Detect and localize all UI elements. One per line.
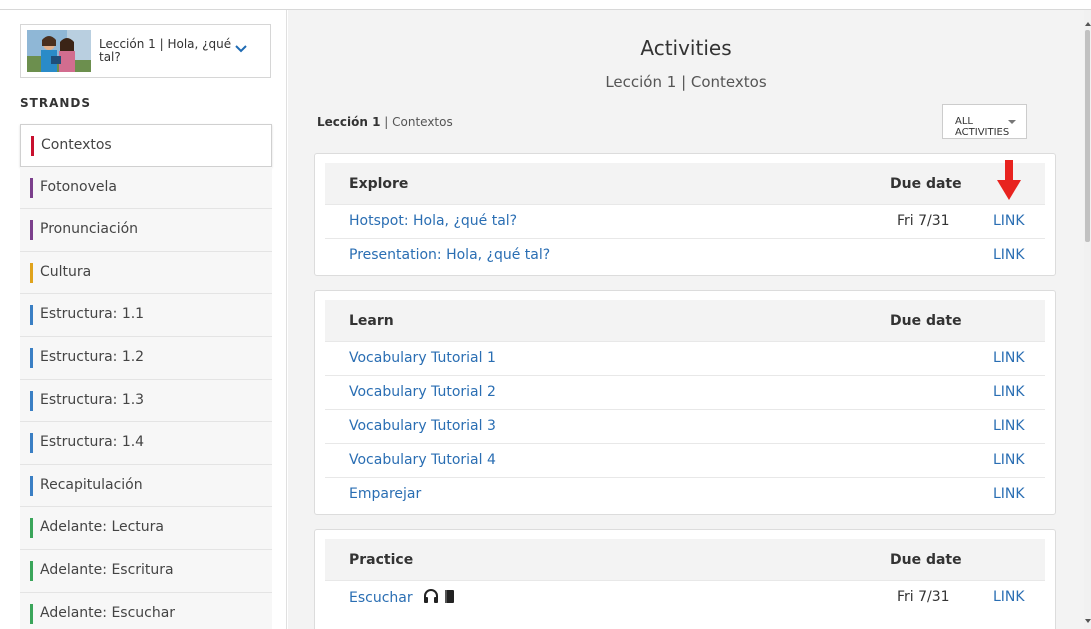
activity-row: Presentation: Hola, ¿qué tal? LINK [325,238,1045,272]
activity-due-date: Fri 7/31 [897,589,950,605]
activity-link[interactable]: LINK [993,350,1025,366]
lesson-selector-label: Lección 1 | Hola, ¿qué tal? [99,37,232,64]
strand-item-contextos[interactable]: Contextos [20,124,272,167]
activity-title-link[interactable]: Vocabulary Tutorial 1 [349,350,496,366]
due-date-header: Due date [890,176,962,192]
activity-icons [423,589,457,607]
strand-color-bar [30,305,33,326]
strand-label: Contextos [41,137,112,153]
breadcrumb: Lección 1 | Contextos [317,115,453,129]
strand-color-bar [30,433,33,454]
activity-link[interactable]: LINK [993,384,1025,400]
strand-item-cultura[interactable]: Cultura [20,251,272,295]
due-date-header: Due date [890,552,962,568]
strand-item-estructura-1-3[interactable]: Estructura: 1.3 [20,379,272,423]
strand-color-bar [30,347,33,368]
activity-filter-dropdown[interactable]: ALL ACTIVITIES [942,104,1027,139]
strand-label: Adelante: Lectura [40,519,165,536]
activity-row: Vocabulary Tutorial 2 LINK [325,375,1045,409]
activity-row: Emparejar LINK [325,477,1045,511]
activity-link[interactable]: LINK [993,213,1025,229]
sidebar: Lección 1 | Hola, ¿qué tal? STRANDS Cont… [0,10,287,629]
strand-item-adelante-lectura[interactable]: Adelante: Lectura [20,507,272,550]
strand-label: Estructura: 1.1 [40,306,145,323]
strand-label: Adelante: Escuchar [40,604,176,621]
strand-color-bar [30,390,33,411]
page-subtitle: Lección 1 | Contextos [605,73,767,91]
strand-label: Cultura [40,263,92,280]
activity-title-link[interactable]: Vocabulary Tutorial 2 [349,384,496,400]
strand-label: Fotonovela [40,178,117,195]
strands-heading: STRANDS [20,96,92,110]
breadcrumb-strand: | Contextos [380,115,453,129]
activity-row: Escuchar Fri 7/31 LINK [325,580,1045,614]
strand-item-adelante-escritura[interactable]: Adelante: Escritura [20,549,272,593]
strand-item-estructura-1-1[interactable]: Estructura: 1.1 [20,294,272,337]
page-title: Activities [640,36,732,60]
strand-color-bar [30,220,33,241]
scroll-down-icon[interactable] [1085,619,1091,623]
strand-label: Pronunciación [40,221,139,238]
activity-title-link[interactable]: Escuchar [349,589,457,607]
activity-row: Vocabulary Tutorial 1 LINK [325,341,1045,375]
section-card-learn: Learn Due date Vocabulary Tutorial 1 LIN… [314,290,1056,515]
activity-link[interactable]: LINK [993,247,1025,263]
section-header: Practice Due date [325,539,1045,580]
section-card-explore: Explore Due date Hotspot: Hola, ¿qué tal… [314,153,1056,276]
strand-item-adelante-escuchar[interactable]: Adelante: Escuchar [20,592,272,629]
chevron-down-icon[interactable] [234,42,248,56]
due-date-header: Due date [890,313,962,329]
strand-label: Recapitulación [40,476,143,493]
strand-color-bar [30,262,33,283]
strand-color-bar [30,177,33,198]
strand-label: Adelante: Escritura [40,561,174,578]
activity-link[interactable]: LINK [993,486,1025,502]
activity-title-link[interactable]: Emparejar [349,486,421,502]
strand-item-estructura-1-2[interactable]: Estructura: 1.2 [20,336,272,380]
top-rule [0,0,1091,10]
strand-list: Contextos Fotonovela Pronunciación Cultu… [20,124,272,629]
strand-color-bar [30,518,33,539]
section-header: Explore Due date [325,163,1045,204]
breadcrumb-lesson: Lección 1 [317,115,381,129]
lesson-selector[interactable]: Lección 1 | Hola, ¿qué tal? [20,24,271,78]
activity-link[interactable]: LINK [993,452,1025,468]
strand-item-estructura-1-4[interactable]: Estructura: 1.4 [20,422,272,465]
section-heading: Practice [349,552,414,568]
section-card-practice: Practice Due date Escuchar Fri 7/31 LINK [314,529,1056,629]
scrollbar-thumb[interactable] [1085,30,1090,242]
scroll-up-icon[interactable] [1085,22,1091,26]
strand-item-pronunciacion[interactable]: Pronunciación [20,209,272,252]
strand-color-bar [30,603,33,624]
activity-row: Vocabulary Tutorial 3 LINK [325,409,1045,443]
section-heading: Learn [349,313,394,329]
activity-title-link[interactable]: Hotspot: Hola, ¿qué tal? [349,213,517,229]
activity-title-link[interactable]: Presentation: Hola, ¿qué tal? [349,247,550,263]
lesson-thumbnail [27,30,91,72]
strand-label: Estructura: 1.4 [40,434,145,451]
strand-color-bar [31,136,34,156]
activity-row: Hotspot: Hola, ¿qué tal? Fri 7/31 LINK [325,204,1045,238]
activity-row: Vocabulary Tutorial 4 LINK [325,443,1045,477]
activity-title-link[interactable]: Vocabulary Tutorial 3 [349,418,496,434]
activity-title-text: Escuchar [349,590,413,606]
strand-label: Estructura: 1.3 [40,391,145,408]
red-arrow-annotation [997,160,1021,200]
activity-due-date: Fri 7/31 [897,213,950,229]
activity-link[interactable]: LINK [993,418,1025,434]
main-content: Activities Lección 1 | Contextos Lección… [288,10,1084,629]
strand-label: Estructura: 1.2 [40,348,145,365]
section-heading: Explore [349,176,409,192]
activity-title-link[interactable]: Vocabulary Tutorial 4 [349,452,496,468]
strand-item-fotonovela[interactable]: Fotonovela [20,166,272,210]
strand-color-bar [30,560,33,581]
strand-color-bar [30,475,33,496]
strand-item-recapitulacion[interactable]: Recapitulación [20,464,272,508]
caret-down-icon [1008,120,1016,124]
headphones-icon [424,589,455,603]
activity-link[interactable]: LINK [993,589,1025,605]
section-header: Learn Due date [325,300,1045,341]
